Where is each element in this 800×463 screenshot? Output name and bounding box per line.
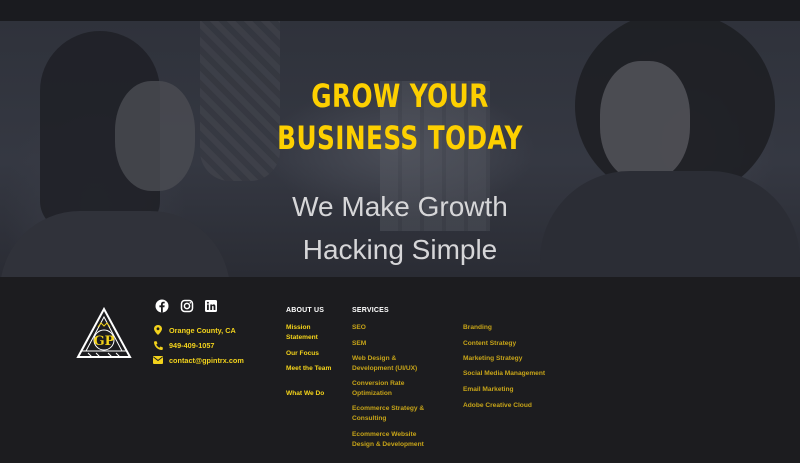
hero-subtitle: We Make Growth Hacking Simple <box>0 185 800 271</box>
service-link-social-media[interactable]: Social Media Management <box>463 369 563 379</box>
facebook-icon[interactable] <box>155 299 169 313</box>
about-link-mission[interactable]: Mission Statement <box>286 323 334 343</box>
phone-icon <box>153 340 163 350</box>
hero-banner: GROW YOUR BUSINESS TODAY We Make Growth … <box>0 21 800 277</box>
site-footer: GP Orange County, CA 949-409-1057 contac… <box>0 277 800 463</box>
service-link-seo[interactable]: SEO <box>352 323 432 333</box>
service-link-sem[interactable]: SEM <box>352 339 432 349</box>
top-bar <box>0 0 800 21</box>
about-link-focus[interactable]: Our Focus <box>286 349 334 359</box>
hero-title-line: BUSINESS TODAY <box>277 119 523 157</box>
linkedin-icon[interactable] <box>204 299 218 313</box>
hero-subtitle-line: Hacking Simple <box>302 234 498 265</box>
contact-location: Orange County, CA <box>153 323 236 337</box>
service-link-web-design[interactable]: Web Design & Development (UI/UX) <box>352 354 432 374</box>
service-link-cro[interactable]: Conversion Rate Optimization <box>352 379 432 399</box>
map-pin-icon <box>153 325 163 335</box>
logo-lettering: GP <box>94 334 115 349</box>
service-link-email-marketing[interactable]: Email Marketing <box>463 385 563 395</box>
about-link-what-we-do[interactable]: What We Do <box>286 389 334 399</box>
instagram-icon[interactable] <box>180 299 194 313</box>
contact-email[interactable]: contact@gpintrx.com <box>153 353 244 367</box>
contact-phone[interactable]: 949-409-1057 <box>153 338 214 352</box>
services-heading: SERVICES <box>352 307 389 314</box>
service-link-marketing-strategy[interactable]: Marketing Strategy <box>463 354 563 364</box>
service-link-ecommerce-strategy[interactable]: Ecommerce Strategy & Consulting <box>352 404 432 424</box>
envelope-icon <box>153 355 163 365</box>
hero-title: GROW YOUR BUSINESS TODAY <box>56 75 744 159</box>
about-link-team[interactable]: Meet the Team <box>286 364 334 374</box>
contact-email-text: contact@gpintrx.com <box>169 355 244 365</box>
service-link-content-strategy[interactable]: Content Strategy <box>463 339 563 349</box>
service-link-ecommerce-website[interactable]: Ecommerce Website Design & Development <box>352 430 432 450</box>
gp-logo[interactable]: GP <box>76 306 132 359</box>
contact-location-text: Orange County, CA <box>169 325 236 335</box>
contact-phone-text: 949-409-1057 <box>169 340 215 350</box>
service-link-adobe-cc[interactable]: Adobe Creative Cloud <box>463 401 563 411</box>
hero-subtitle-line: We Make Growth <box>292 191 508 222</box>
service-link-branding[interactable]: Branding <box>463 323 563 333</box>
hero-title-line: GROW YOUR <box>311 77 489 115</box>
about-heading: ABOUT US <box>286 307 325 314</box>
